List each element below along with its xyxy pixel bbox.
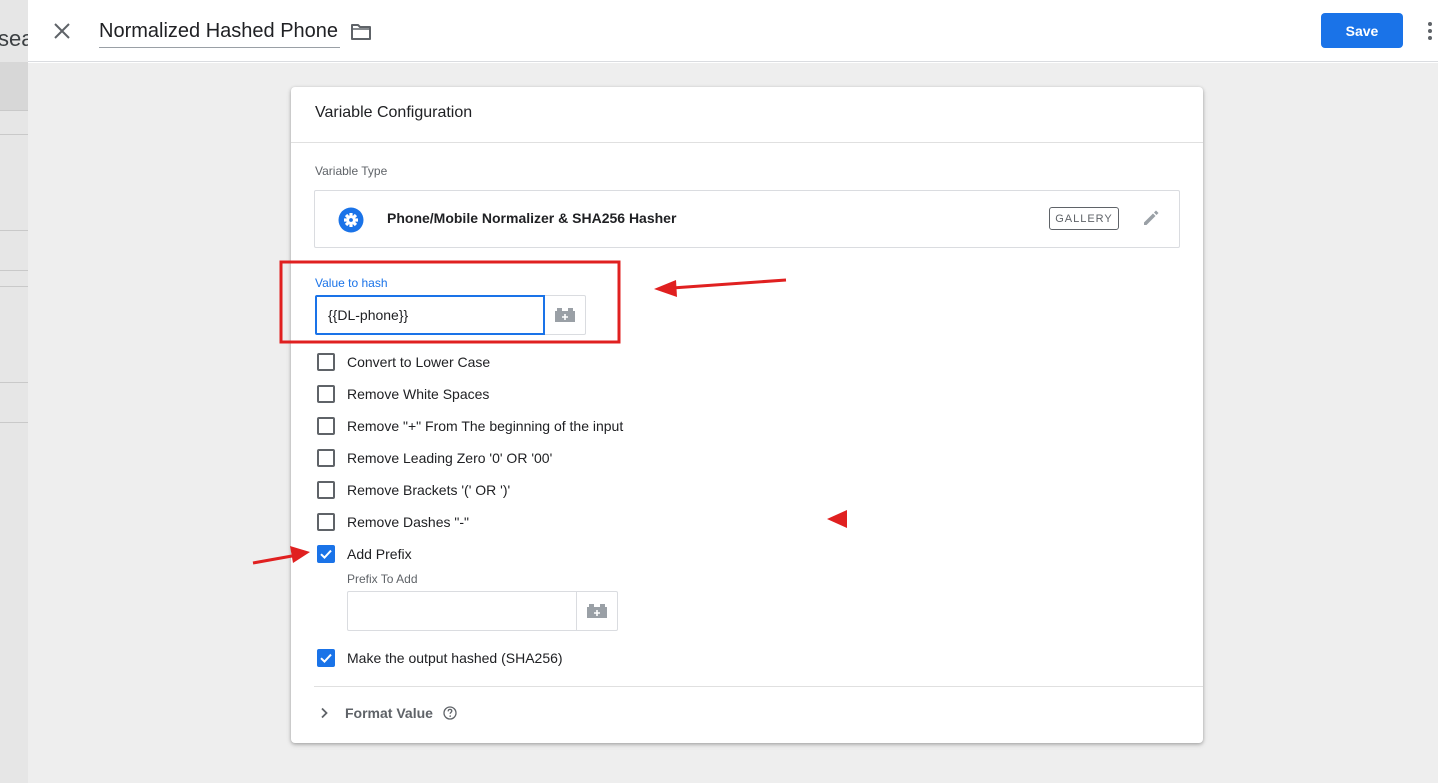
option-label: Remove Brackets '(' OR ')' xyxy=(347,482,511,498)
prefix-to-add-label: Prefix To Add xyxy=(347,572,418,586)
insert-variable-button[interactable] xyxy=(577,591,618,631)
editor-header: Normalized Hashed Phone Save xyxy=(28,0,1438,62)
option-convert-lower-case[interactable]: Convert to Lower Case xyxy=(317,352,490,372)
checkbox-checked[interactable] xyxy=(317,545,335,563)
more-options-button[interactable] xyxy=(1420,17,1438,45)
checkbox-unchecked[interactable] xyxy=(317,417,335,435)
pencil-icon xyxy=(1144,210,1159,225)
checkbox-unchecked[interactable] xyxy=(317,513,335,531)
checkbox-unchecked[interactable] xyxy=(317,481,335,499)
background-divider xyxy=(0,286,28,287)
background-divider xyxy=(0,270,28,271)
variable-name-field[interactable]: Normalized Hashed Phone xyxy=(99,16,341,48)
format-value-divider xyxy=(314,686,1203,687)
gallery-badge[interactable]: GALLERY xyxy=(1049,207,1119,230)
variable-name: Normalized Hashed Phone xyxy=(99,20,339,42)
variable-configuration-card: Variable Configuration Variable Type Pho… xyxy=(291,87,1203,743)
checkbox-unchecked[interactable] xyxy=(317,449,335,467)
close-icon xyxy=(54,23,70,39)
help-icon[interactable] xyxy=(442,705,458,721)
variable-type-label: Variable Type xyxy=(315,164,388,178)
option-remove-plus[interactable]: Remove "+" From The beginning of the inp… xyxy=(317,416,623,436)
option-remove-white-spaces[interactable]: Remove White Spaces xyxy=(317,384,489,404)
card-divider xyxy=(291,142,1203,143)
option-remove-dashes[interactable]: Remove Dashes "-" xyxy=(317,512,469,532)
card-title: Variable Configuration xyxy=(315,104,473,121)
chevron-right-icon xyxy=(321,707,328,719)
background-band xyxy=(0,62,28,110)
checkbox-unchecked[interactable] xyxy=(317,353,335,371)
option-label: Remove Leading Zero '0' OR '00' xyxy=(347,450,553,466)
insert-variable-button[interactable] xyxy=(545,295,586,335)
option-label: Convert to Lower Case xyxy=(347,354,491,370)
format-value-label: Format Value xyxy=(345,705,433,721)
background-divider xyxy=(0,110,28,111)
checkbox-checked[interactable] xyxy=(317,649,335,667)
option-remove-leading-zero[interactable]: Remove Leading Zero '0' OR '00' xyxy=(317,448,552,468)
background-divider xyxy=(0,382,28,383)
option-hash-output[interactable]: Make the output hashed (SHA256) xyxy=(317,648,563,668)
variable-type-selector[interactable]: Phone/Mobile Normalizer & SHA256 Hasher … xyxy=(314,190,1180,248)
prefix-input[interactable] xyxy=(347,591,577,631)
format-value-toggle[interactable]: Format Value xyxy=(319,702,458,724)
variable-type-name: Phone/Mobile Normalizer & SHA256 Hasher xyxy=(387,210,677,226)
background-divider xyxy=(0,230,28,231)
checkbox-unchecked[interactable] xyxy=(317,385,335,403)
check-icon xyxy=(320,549,332,560)
value-to-hash-label: Value to hash xyxy=(315,276,388,290)
lego-brick-icon xyxy=(587,604,607,618)
folder-icon xyxy=(351,24,371,40)
option-add-prefix[interactable]: Add Prefix xyxy=(317,544,412,564)
check-icon xyxy=(320,653,332,664)
more-vert-icon xyxy=(1428,22,1432,40)
option-label: Add Prefix xyxy=(347,546,412,562)
option-label: Remove Dashes "-" xyxy=(347,514,469,530)
option-label: Remove "+" From The beginning of the inp… xyxy=(347,418,624,434)
background-partial-text: sea xyxy=(0,26,28,51)
edit-variable-type-button[interactable] xyxy=(1139,206,1163,230)
option-label: Make the output hashed (SHA256) xyxy=(347,650,563,666)
option-label: Remove White Spaces xyxy=(347,386,490,402)
background-page: sea xyxy=(0,0,28,783)
folder-button[interactable] xyxy=(348,19,374,45)
option-remove-brackets[interactable]: Remove Brackets '(' OR ')' xyxy=(317,480,510,500)
save-button[interactable]: Save xyxy=(1321,13,1403,48)
background-divider xyxy=(0,134,28,135)
background-divider xyxy=(0,422,28,423)
gear-icon xyxy=(338,207,364,233)
value-to-hash-input[interactable] xyxy=(315,295,545,335)
lego-brick-icon xyxy=(555,308,575,322)
close-button[interactable] xyxy=(48,17,76,45)
